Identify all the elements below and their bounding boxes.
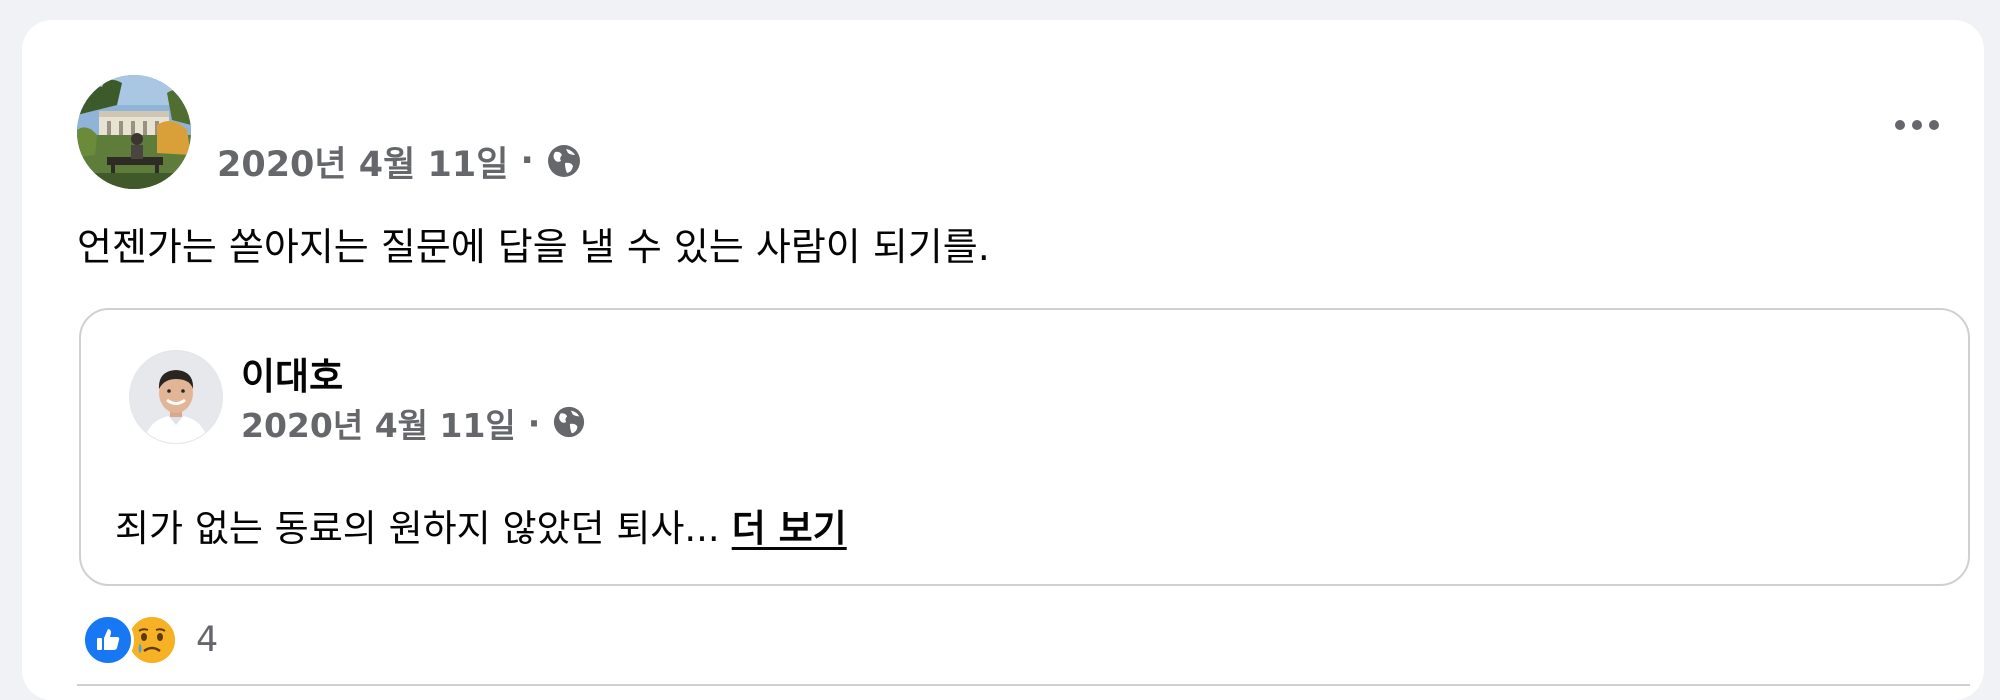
- globe-icon[interactable]: [546, 143, 582, 179]
- globe-icon[interactable]: [552, 405, 588, 441]
- like-icon: [82, 614, 134, 666]
- post-card: 2020년 4월 11일 · 언젠가는 쏟아지는 질문에 답을 낼 수 있는 사…: [22, 20, 1984, 700]
- shared-author-name[interactable]: 이대호: [241, 346, 343, 400]
- shared-post-text: 죄가 없는 동료의 원하지 않았던 퇴사...: [115, 507, 720, 550]
- reaction-count: 4: [196, 620, 219, 660]
- meta-separator: ·: [520, 141, 534, 181]
- shared-post-body: 죄가 없는 동료의 원하지 않았던 퇴사... 더 보기: [115, 498, 847, 552]
- avatar-photo: [130, 351, 222, 443]
- author-avatar[interactable]: [77, 75, 191, 189]
- meta-separator: ·: [527, 403, 541, 443]
- shared-post[interactable]: 이대호 2020년 4월 11일 · 죄가 없는 동료의 원하지 않았던 퇴사.…: [79, 308, 1970, 586]
- post-body: 언젠가는 쏟아지는 질문에 답을 낼 수 있는 사람이 되기를.: [77, 225, 990, 269]
- post-meta: 2020년 4월 11일 ·: [217, 136, 582, 187]
- avatar-photo: [77, 75, 191, 189]
- post-date[interactable]: 2020년 4월 11일: [217, 136, 508, 187]
- divider: [77, 684, 1970, 686]
- reaction-summary[interactable]: 4: [82, 612, 218, 668]
- shared-post-meta: 2020년 4월 11일 ·: [241, 400, 588, 446]
- shared-author-avatar[interactable]: [129, 350, 223, 444]
- see-more-link[interactable]: 더 보기: [732, 507, 847, 550]
- shared-post-date[interactable]: 2020년 4월 11일: [241, 399, 516, 447]
- more-options-icon[interactable]: [1882, 100, 1952, 150]
